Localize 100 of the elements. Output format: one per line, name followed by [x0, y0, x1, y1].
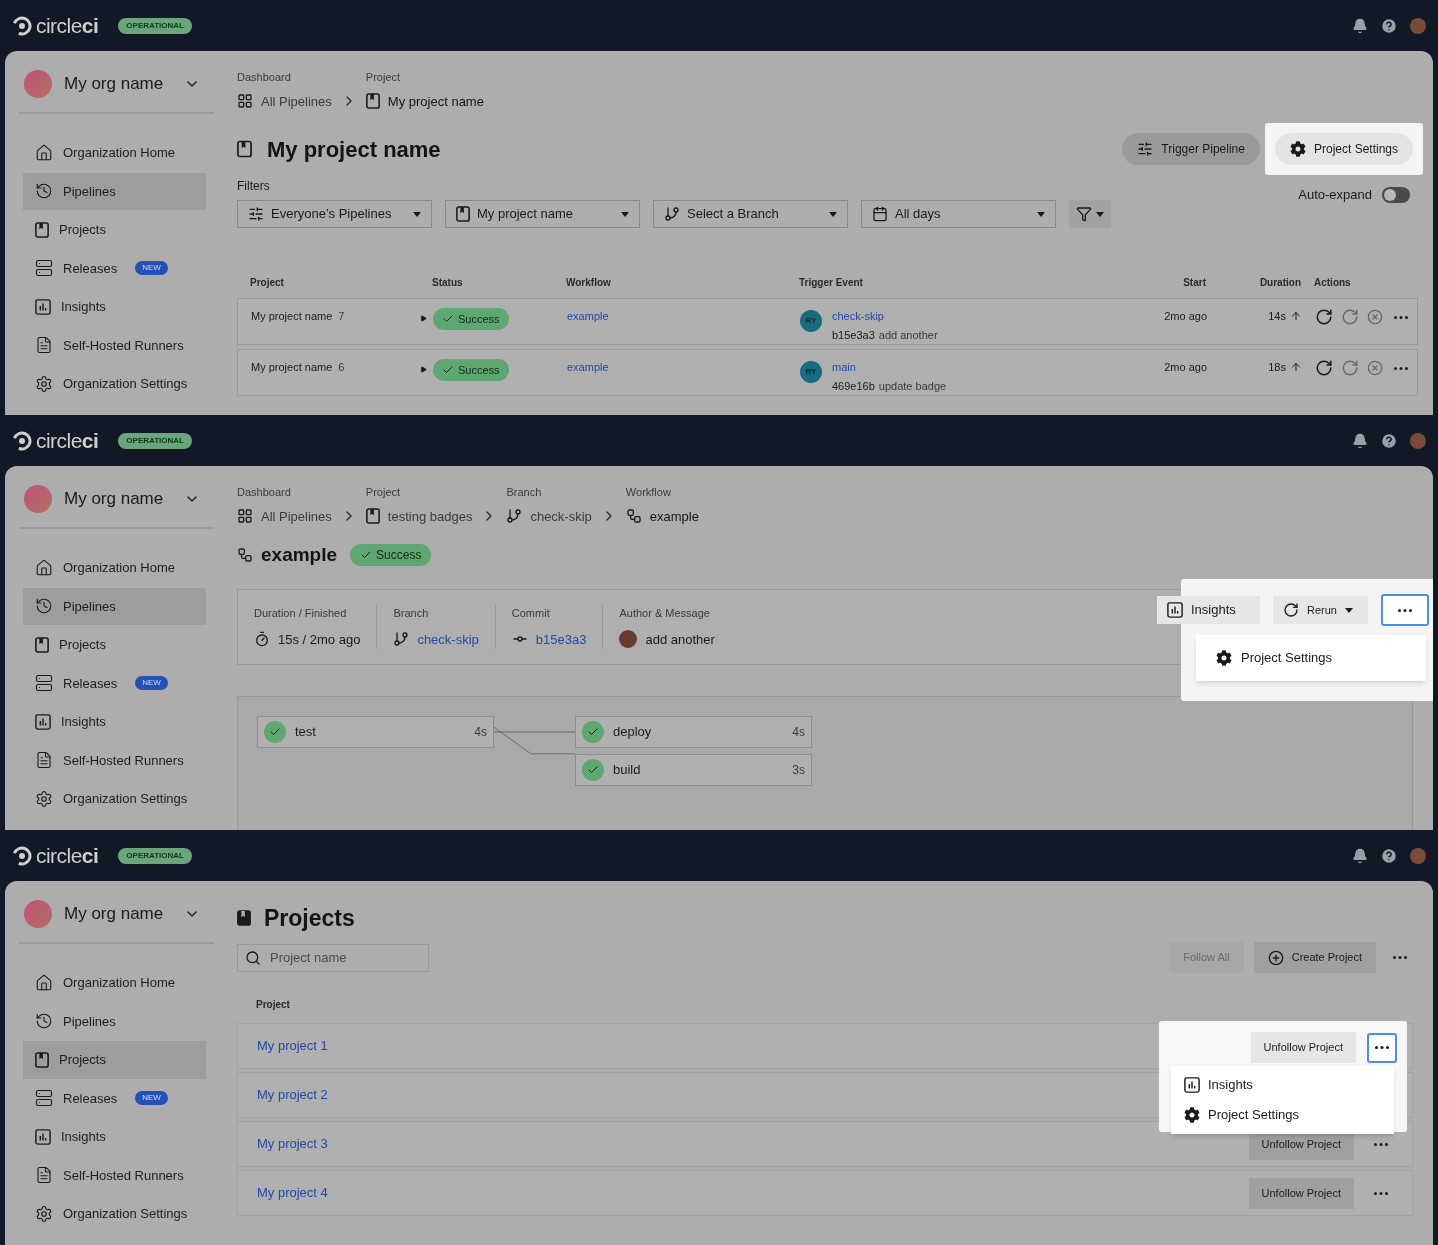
column-header: Project [256, 998, 290, 1012]
sidebar-item[interactable]: Organization Settings [23, 365, 206, 403]
breadcrumb-link[interactable]: All Pipelines [237, 506, 332, 526]
rerun-icon[interactable] [1315, 308, 1333, 326]
pipeline-row[interactable]: My project name 7 Success example RY check-skip b15e3a3 add another 2mo ago 14s [237, 298, 1418, 345]
bar-chart-icon [35, 298, 51, 315]
sidebar-item[interactable]: Releases NEW [23, 249, 206, 287]
breadcrumb-link[interactable]: check-skip [506, 506, 592, 526]
summary-link[interactable]: b15e3a3 [535, 629, 587, 649]
project-link[interactable]: My project 4 [257, 1183, 328, 1203]
summary-value: 15s / 2mo ago [278, 630, 361, 649]
filter-dropdown[interactable]: All days [861, 200, 1056, 228]
breadcrumb-link[interactable]: testing badges [365, 506, 473, 526]
branch-link[interactable]: main [832, 359, 856, 376]
project-link[interactable]: My project 1 [257, 1036, 328, 1056]
commit-hash: 469e16b [832, 378, 875, 394]
cancel-icon[interactable] [1367, 360, 1383, 376]
breadcrumb-caption: Workflow [625, 485, 672, 500]
sidebar-item[interactable]: Pipelines [23, 172, 206, 210]
job-box[interactable]: test 4s [257, 716, 494, 748]
toolbar-button[interactable]: Rerun [1273, 596, 1368, 624]
user-avatar[interactable] [1410, 847, 1426, 864]
sidebar-item[interactable]: Self-Hosted Runners [23, 1156, 206, 1194]
sidebar-item[interactable]: Self-Hosted Runners [23, 326, 206, 364]
auto-expand-toggle[interactable] [1382, 186, 1410, 203]
branch-link[interactable]: check-skip [832, 308, 884, 325]
sidebar-item[interactable]: Organization Home [23, 549, 206, 587]
workflow-link[interactable]: example [567, 308, 609, 325]
expand-caret-icon[interactable] [420, 365, 427, 373]
summary-link[interactable]: check-skip [417, 629, 479, 649]
unfollow-button[interactable]: Unfollow Project [1248, 1177, 1354, 1209]
toolbar-button[interactable]: Create Project [1253, 942, 1376, 973]
menu-item[interactable]: Project Settings [1196, 648, 1426, 668]
pipeline-row[interactable]: My project name 6 Success example RY main 469e16b update badge 2mo ago 18s [237, 349, 1418, 396]
sidebar-item[interactable]: Projects [23, 1041, 206, 1079]
stack-icon [35, 674, 53, 693]
breadcrumb-link[interactable]: example [625, 506, 699, 526]
sidebar-item[interactable]: Organization Settings [23, 780, 206, 818]
filter-dropdown[interactable]: Select a Branch [653, 200, 848, 228]
job-box[interactable]: build 3s [575, 754, 812, 786]
org-switcher[interactable]: My org name [19, 899, 208, 929]
workflow-link[interactable]: example [567, 359, 609, 376]
more-button[interactable] [1381, 594, 1429, 626]
sidebar-item[interactable]: Projects [23, 211, 206, 249]
sidebar-item[interactable]: Insights [23, 288, 206, 326]
job-box[interactable]: deploy 4s [575, 716, 812, 748]
cancel-icon[interactable] [1367, 309, 1383, 325]
sidebar-item[interactable]: Organization Home [23, 964, 206, 1002]
logo-text[interactable]: circleci [36, 424, 99, 457]
sidebar-item[interactable]: Releases NEW [23, 1079, 206, 1117]
more-icon[interactable] [1394, 366, 1408, 370]
menu-item[interactable]: Insights [1171, 1070, 1394, 1100]
toolbar-button[interactable]: Trigger Pipeline [1122, 133, 1260, 165]
menu-item[interactable]: Project Settings [1171, 1100, 1394, 1130]
more-button[interactable] [1367, 1032, 1397, 1063]
sidebar-item[interactable]: Pipelines [23, 587, 206, 625]
user-avatar[interactable] [1410, 432, 1426, 449]
dashboard-icon [237, 93, 253, 110]
bar-chart-icon [35, 1128, 51, 1145]
filter-button[interactable] [1069, 200, 1111, 228]
logo-text[interactable]: circleci [36, 9, 99, 42]
toolbar-button[interactable]: Project Settings [1274, 133, 1413, 165]
sidebar-item[interactable]: Organization Settings [23, 1195, 206, 1233]
sidebar-item[interactable]: Insights [23, 1118, 206, 1156]
sidebar-item[interactable]: Organization Home [23, 134, 206, 172]
org-switcher[interactable]: My org name [19, 69, 208, 99]
breadcrumb-link[interactable]: My project name [365, 91, 484, 111]
org-switcher[interactable]: My org name [19, 484, 208, 514]
filter-dropdown[interactable]: Everyone’s Pipelines [237, 200, 432, 228]
notifications-icon[interactable] [1352, 432, 1368, 449]
user-avatar[interactable] [1410, 17, 1426, 34]
help-icon[interactable] [1380, 16, 1398, 35]
help-icon[interactable] [1380, 846, 1398, 865]
more-icon[interactable] [1393, 956, 1407, 959]
search-field[interactable]: Project name [237, 943, 429, 972]
notifications-icon[interactable] [1352, 847, 1368, 864]
expand-caret-icon[interactable] [420, 314, 427, 322]
auto-expand-label: Auto-expand [1298, 186, 1372, 204]
sidebar-item[interactable]: Projects [23, 626, 206, 664]
toolbar-button[interactable]: Insights [1157, 596, 1260, 624]
unfollow-button[interactable]: Unfollow Project [1250, 1032, 1356, 1063]
sidebar-item[interactable]: Self-Hosted Runners [23, 741, 206, 779]
calendar-icon [872, 206, 888, 222]
more-icon[interactable] [1394, 315, 1408, 319]
filter-icon [1076, 206, 1092, 222]
filter-dropdown[interactable]: My project name [445, 200, 640, 228]
notifications-icon[interactable] [1352, 17, 1368, 34]
rerun-icon[interactable] [1315, 359, 1333, 377]
project-link[interactable]: My project 2 [257, 1085, 328, 1105]
breadcrumb-link[interactable]: All Pipelines [237, 91, 332, 111]
sidebar-item[interactable]: Insights [23, 703, 206, 741]
rerun-failed-icon[interactable] [1341, 308, 1359, 326]
help-icon[interactable] [1380, 431, 1398, 450]
column-header: Trigger Event [799, 276, 864, 290]
rerun-failed-icon[interactable] [1341, 359, 1359, 377]
project-link[interactable]: My project 3 [257, 1134, 328, 1154]
logo-text[interactable]: circleci [36, 839, 99, 872]
sidebar-item[interactable]: Releases NEW [23, 664, 206, 702]
column-header: Status [432, 276, 464, 290]
sidebar-item[interactable]: Pipelines [23, 1002, 206, 1040]
